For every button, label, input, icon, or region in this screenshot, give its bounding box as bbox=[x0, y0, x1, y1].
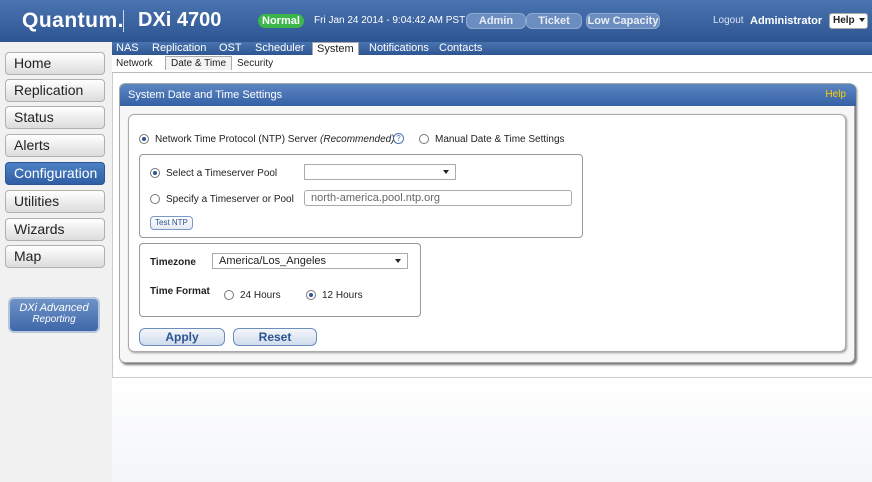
left-navigation: Home Replication Status Alerts Configura… bbox=[0, 42, 112, 482]
help-menu-label: Help bbox=[833, 15, 855, 26]
header-divider bbox=[123, 10, 124, 32]
low-capacity-button[interactable]: Low Capacity bbox=[586, 13, 660, 29]
ntp-option-text: Network Time Protocol (NTP) Server bbox=[155, 134, 318, 145]
specify-server-radio[interactable] bbox=[150, 194, 160, 204]
chevron-down-icon bbox=[443, 170, 449, 174]
nav-wizards[interactable]: Wizards bbox=[5, 218, 105, 241]
reset-button[interactable]: Reset bbox=[233, 328, 317, 346]
sub-tab-bar: Network Date & Time Security bbox=[112, 55, 872, 73]
status-badge[interactable]: Normal bbox=[258, 14, 304, 28]
panel-title-text: System Date and Time Settings bbox=[128, 89, 283, 101]
main-tab-bar: NAS Replication OST Scheduler System Not… bbox=[112, 42, 872, 56]
nav-alerts[interactable]: Alerts bbox=[5, 134, 105, 157]
ntp-recommended-text: (Recommended) bbox=[320, 134, 395, 145]
timezone-select[interactable]: America/Los_Angeles bbox=[212, 253, 408, 269]
timezone-group: Timezone America/Los_Angeles Time Format… bbox=[139, 243, 421, 317]
current-user: Administrator bbox=[750, 15, 823, 27]
manual-option-label: Manual Date & Time Settings bbox=[435, 134, 565, 145]
ntp-settings-group: Select a Timeserver Pool Specify a Times… bbox=[139, 154, 583, 238]
timezone-value: America/Los_Angeles bbox=[219, 255, 327, 267]
nav-utilities[interactable]: Utilities bbox=[5, 190, 105, 213]
system-datetime: Fri Jan 24 2014 - 9:04:42 AM PST bbox=[314, 15, 466, 26]
timeserver-input[interactable]: north-america.pool.ntp.org bbox=[304, 190, 572, 206]
quantum-logo: Quantum. bbox=[22, 9, 124, 32]
nav-status[interactable]: Status bbox=[5, 106, 105, 129]
nav-home[interactable]: Home bbox=[5, 52, 105, 75]
dxi-advanced-label: DXi Advanced bbox=[19, 302, 89, 314]
time-format-label: Time Format bbox=[150, 286, 210, 297]
timeserver-pool-select[interactable] bbox=[304, 164, 456, 180]
nav-configuration[interactable]: Configuration bbox=[5, 162, 105, 185]
product-name: DXi 4700 bbox=[138, 9, 222, 31]
chevron-down-icon bbox=[859, 18, 866, 23]
nav-map[interactable]: Map bbox=[5, 245, 105, 268]
tab-ost[interactable]: OST bbox=[219, 42, 242, 54]
tab-contacts[interactable]: Contacts bbox=[439, 42, 482, 54]
page-footer-area bbox=[112, 377, 872, 482]
settings-box: Network Time Protocol (NTP) Server (Reco… bbox=[128, 114, 846, 352]
admin-button[interactable]: Admin bbox=[466, 13, 526, 29]
select-pool-radio[interactable] bbox=[150, 168, 160, 178]
footer-gradient bbox=[112, 378, 872, 482]
format-24-radio[interactable] bbox=[224, 290, 234, 300]
tab-system[interactable]: System bbox=[312, 42, 359, 56]
help-question-icon[interactable]: ? bbox=[393, 133, 404, 144]
test-ntp-button[interactable]: Test NTP bbox=[150, 216, 193, 230]
top-header: Quantum. DXi 4700 Normal Fri Jan 24 2014… bbox=[0, 0, 872, 42]
tab-replication[interactable]: Replication bbox=[152, 42, 206, 54]
subtab-date-time[interactable]: Date & Time bbox=[165, 56, 233, 70]
content-area: System Date and Time Settings Help Netwo… bbox=[112, 73, 872, 377]
ntp-option-label: Network Time Protocol (NTP) Server (Reco… bbox=[155, 134, 395, 145]
logout-link[interactable]: Logout bbox=[713, 15, 744, 26]
dxi-advanced-reporting-button[interactable]: DXi Advanced Reporting bbox=[8, 297, 100, 333]
format-12-radio[interactable] bbox=[306, 290, 316, 300]
timezone-label: Timezone bbox=[150, 257, 196, 268]
subtab-security[interactable]: Security bbox=[237, 58, 273, 69]
select-pool-label: Select a Timeserver Pool bbox=[166, 168, 278, 179]
tab-notifications[interactable]: Notifications bbox=[369, 42, 429, 54]
subtab-network[interactable]: Network bbox=[116, 58, 153, 69]
date-time-panel: System Date and Time Settings Help Netwo… bbox=[119, 83, 856, 363]
manual-radio[interactable] bbox=[419, 134, 429, 144]
ticket-button[interactable]: Ticket bbox=[526, 13, 582, 29]
ntp-radio[interactable] bbox=[139, 134, 149, 144]
reporting-label: Reporting bbox=[32, 314, 76, 325]
chevron-down-icon bbox=[395, 259, 401, 263]
nav-replication[interactable]: Replication bbox=[5, 79, 105, 102]
panel-help-link[interactable]: Help bbox=[825, 84, 846, 106]
tab-scheduler[interactable]: Scheduler bbox=[255, 42, 305, 54]
specify-server-label: Specify a Timeserver or Pool bbox=[166, 194, 294, 205]
format-24-label: 24 Hours bbox=[240, 290, 281, 301]
panel-title: System Date and Time Settings Help bbox=[120, 84, 856, 106]
format-12-label: 12 Hours bbox=[322, 290, 363, 301]
apply-button[interactable]: Apply bbox=[139, 328, 225, 346]
tab-nas[interactable]: NAS bbox=[116, 42, 139, 54]
help-menu-button[interactable]: Help bbox=[829, 13, 868, 29]
